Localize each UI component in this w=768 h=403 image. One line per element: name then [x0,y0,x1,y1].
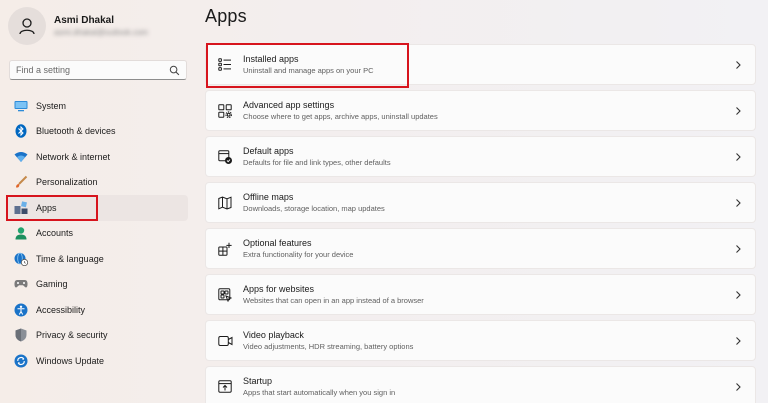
card-startup[interactable]: Startup Apps that start automatically wh… [205,366,756,403]
chevron-right-icon [736,383,741,391]
card-advanced-app-settings[interactable]: Advanced app settings Choose where to ge… [205,90,756,131]
card-title: Offline maps [243,192,294,202]
globe-clock-icon [14,252,28,266]
sidebar-item-label: Privacy & security [36,330,108,341]
search-input[interactable] [16,65,166,75]
chevron-right-icon [736,153,741,161]
system-icon [14,99,28,113]
map-icon [217,195,233,211]
apps-icon [14,201,28,215]
chevron-right-icon [736,245,741,253]
sidebar-item-bluetooth[interactable]: Bluetooth & devices [8,119,188,145]
user-profile[interactable]: Asmi Dhakal asmi.dhakal@outlook.com [8,6,160,46]
sidebar-item-apps[interactable]: Apps [8,195,188,221]
startup-icon [217,379,233,395]
card-title: Advanced app settings [243,100,335,110]
sidebar-item-privacy-security[interactable]: Privacy & security [8,323,188,349]
search-icon[interactable] [169,65,180,76]
sidebar-item-label: Bluetooth & devices [36,126,116,137]
card-title: Startup [243,376,273,386]
sidebar-item-label: Apps [36,202,57,213]
sidebar-item-gaming[interactable]: Gaming [8,272,188,298]
chevron-right-icon [736,61,741,69]
sidebar-item-time-language[interactable]: Time & language [8,246,188,272]
chevron-right-icon [736,337,741,345]
bluetooth-icon [14,124,28,139]
card-video-playback[interactable]: Video playback Video adjustments, HDR st… [205,320,756,361]
sidebar-item-windows-update[interactable]: Windows Update [8,348,188,374]
card-description: Defaults for file and link types, other … [243,158,391,167]
person-icon [19,18,35,35]
sidebar-item-label: Personalization [36,177,98,188]
chevron-right-icon [736,199,741,207]
card-title: Apps for websites [243,284,315,294]
accounts-icon [14,226,28,240]
shield-icon [14,328,28,342]
sidebar-item-label: Time & language [36,253,104,264]
card-description: Video adjustments, HDR streaming, batter… [243,342,414,351]
card-description: Websites that can open in an app instead… [243,296,424,305]
card-description: Downloads, storage location, map updates [243,204,385,213]
optional-features-icon [217,241,233,257]
brush-icon [14,175,28,189]
advanced-app-settings-icon [217,103,233,119]
update-icon [14,354,28,368]
sidebar-item-system[interactable]: System [8,93,188,119]
sidebar-item-label: Accounts [36,228,74,239]
sidebar-item-label: System [36,100,67,111]
card-description: Extra functionality for your device [243,250,354,259]
user-email: asmi.dhakal@outlook.com [54,28,148,37]
card-title: Video playback [243,330,304,340]
sidebar-item-accessibility[interactable]: Accessibility [8,297,188,323]
sidebar-item-accounts[interactable]: Accounts [8,221,188,247]
avatar[interactable] [8,7,46,45]
card-default-apps[interactable]: Default apps Defaults for file and link … [205,136,756,177]
wifi-icon [14,150,28,164]
gamepad-icon [14,277,28,291]
sidebar-nav: System Bluetooth & devices Network & int… [8,93,188,374]
card-description: Apps that start automatically when you s… [243,388,396,397]
card-title: Installed apps [243,54,299,64]
sidebar-item-label: Accessibility [36,304,86,315]
search-box[interactable] [9,60,187,80]
sidebar: Asmi Dhakal asmi.dhakal@outlook.com Syst… [0,0,196,403]
default-apps-icon [217,149,233,165]
video-icon [217,333,233,349]
chevron-right-icon [736,107,741,115]
card-apps-for-websites[interactable]: Apps for websites Websites that can open… [205,274,756,315]
sidebar-item-label: Windows Update [36,355,105,366]
sidebar-item-label: Gaming [36,279,68,290]
apps-settings-list: Installed apps Uninstall and manage apps… [205,44,756,403]
sidebar-item-personalization[interactable]: Personalization [8,170,188,196]
user-name: Asmi Dhakal [54,15,115,26]
card-description: Uninstall and manage apps on your PC [243,66,374,75]
card-title: Default apps [243,146,294,156]
installed-apps-icon [217,57,233,73]
accessibility-icon [14,303,28,317]
apps-for-websites-icon [217,287,233,303]
page-title: Apps [205,6,247,26]
card-title: Optional features [243,238,312,248]
card-offline-maps[interactable]: Offline maps Downloads, storage location… [205,182,756,223]
card-description: Choose where to get apps, archive apps, … [243,112,438,121]
sidebar-item-network[interactable]: Network & internet [8,144,188,170]
card-optional-features[interactable]: Optional features Extra functionality fo… [205,228,756,269]
card-installed-apps[interactable]: Installed apps Uninstall and manage apps… [205,44,756,85]
sidebar-item-label: Network & internet [36,151,111,162]
chevron-right-icon [736,291,741,299]
